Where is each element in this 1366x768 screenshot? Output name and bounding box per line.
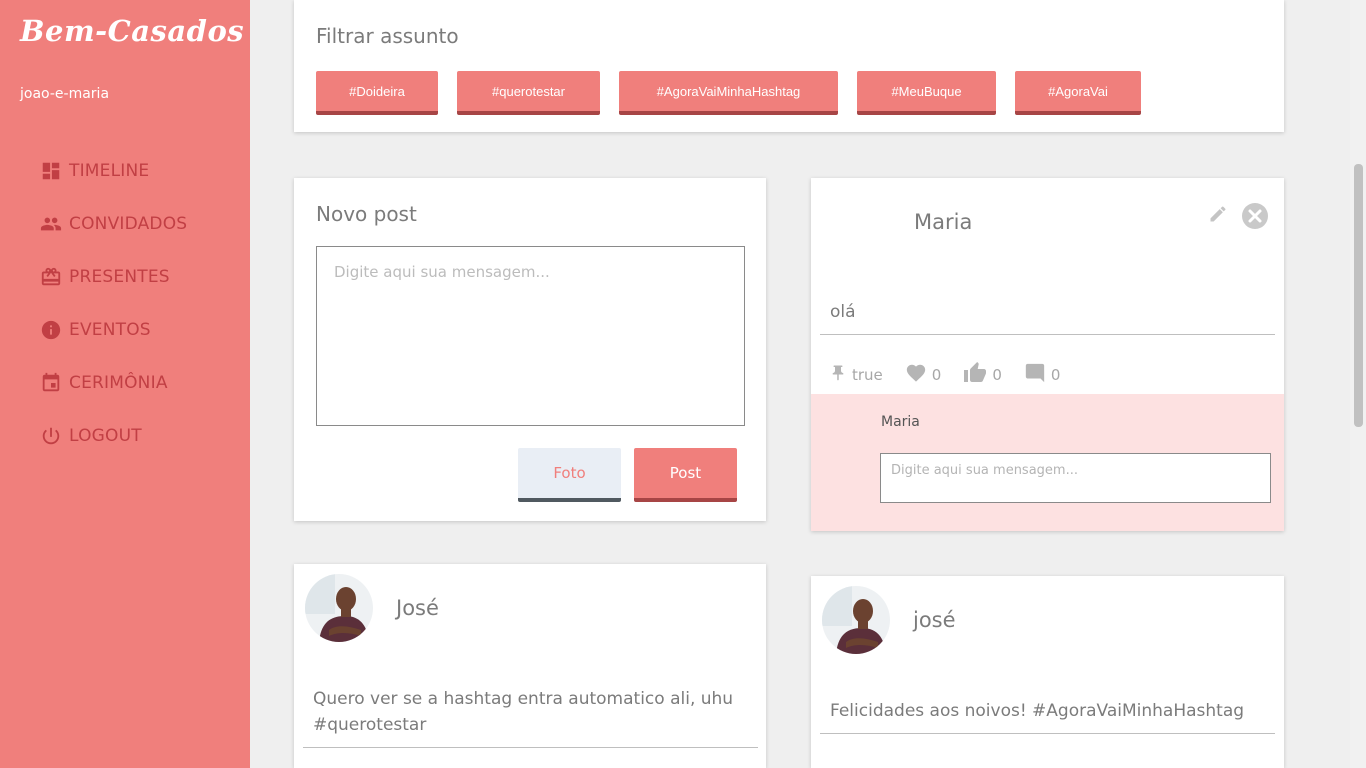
post-text: Felicidades aos noivos! #AgoraVaiMinhaHa… [830,701,1245,721]
edit-icon[interactable] [1208,204,1228,228]
comment-icon [1024,362,1051,388]
comment-author: Maria [881,414,920,430]
hashtag-button[interactable]: #Doideira [316,71,438,115]
post-author: Maria [914,210,973,234]
new-post-input[interactable] [316,246,745,426]
comment-section: Maria [811,394,1284,531]
pin-icon [829,362,852,388]
like-stat[interactable]: 0 [905,362,942,388]
post-text: olá [830,302,856,322]
scrollbar[interactable] [1350,0,1366,768]
filter-title: Filtrar assunto [316,24,459,48]
pin-stat[interactable]: true [829,362,883,388]
sidebar-item-label: CONVIDADOS [69,213,188,234]
post-card: josé Felicidades aos noivos! #AgoraVaiMi… [811,576,1284,768]
comment-count: 0 [1050,366,1061,384]
sidebar-item-convidados[interactable]: CONVIDADOS [40,197,187,250]
sidebar-item-cerimonia[interactable]: CERIMÔNIA [40,356,187,409]
post-text: Quero ver se a hashtag entra automatico … [313,689,734,735]
new-post-card: Novo post Foto Post [294,178,766,521]
like-count: 0 [931,366,942,384]
foto-button[interactable]: Foto [518,448,621,502]
sidebar-nav: TIMELINE CONVIDADOS PRESENTES EVENTOS CE… [40,144,187,462]
post-divider [303,747,758,748]
info-icon [40,319,69,341]
hashtag-button[interactable]: #AgoraVai [1015,71,1141,115]
hashtag-list: #Doideira #querotestar #AgoraVaiMinhaHas… [316,71,1160,115]
dashboard-icon [40,160,69,182]
hashtag-button[interactable]: #querotestar [457,71,600,115]
sidebar-item-label: LOGOUT [69,425,142,446]
sidebar-item-presentes[interactable]: PRESENTES [40,250,187,303]
pin-value: true [852,366,883,384]
delete-icon[interactable] [1241,202,1269,234]
avatar [822,586,890,654]
hashtag-button[interactable]: #MeuBuque [857,71,996,115]
sidebar-item-label: CERIMÔNIA [69,372,168,393]
comment-input[interactable] [880,453,1271,503]
sidebar-item-label: EVENTOS [69,319,151,340]
comment-stat[interactable]: 0 [1024,362,1061,388]
thumb-stat[interactable]: 0 [963,361,1002,389]
post-divider [820,334,1275,335]
sidebar-item-eventos[interactable]: EVENTOS [40,303,187,356]
sidebar-item-logout[interactable]: LOGOUT [40,409,187,462]
post-author: José [396,596,439,620]
calendar-icon [40,372,69,394]
gift-icon [40,266,69,288]
post-author: josé [913,608,956,632]
post-card: José Quero ver se a hashtag entra automa… [294,564,766,768]
sidebar: Bem-Casados joao-e-maria TIMELINE CONVID… [0,0,250,768]
scrollbar-thumb[interactable] [1354,164,1363,427]
hashtag-button[interactable]: #AgoraVaiMinhaHashtag [619,71,838,115]
people-icon [40,213,69,235]
avatar [305,574,373,642]
post-divider [820,733,1275,734]
sidebar-item-label: PRESENTES [69,266,170,287]
sidebar-item-timeline[interactable]: TIMELINE [40,144,187,197]
brand-logo[interactable]: Bem-Casados [20,14,244,48]
thumb-count: 0 [992,366,1002,384]
thumbs-up-icon [963,361,992,389]
post-stats: true 0 0 0 [829,361,1082,389]
power-icon [40,425,69,447]
filter-card: Filtrar assunto #Doideira #querotestar #… [294,0,1284,132]
sidebar-item-label: TIMELINE [69,160,150,181]
heart-icon [905,362,932,388]
post-card: Maria olá true 0 0 0 Maria Digite aqui s… [811,178,1284,531]
post-button[interactable]: Post [634,448,737,502]
new-post-title: Novo post [316,202,417,226]
account-name: joao-e-maria [20,86,110,102]
